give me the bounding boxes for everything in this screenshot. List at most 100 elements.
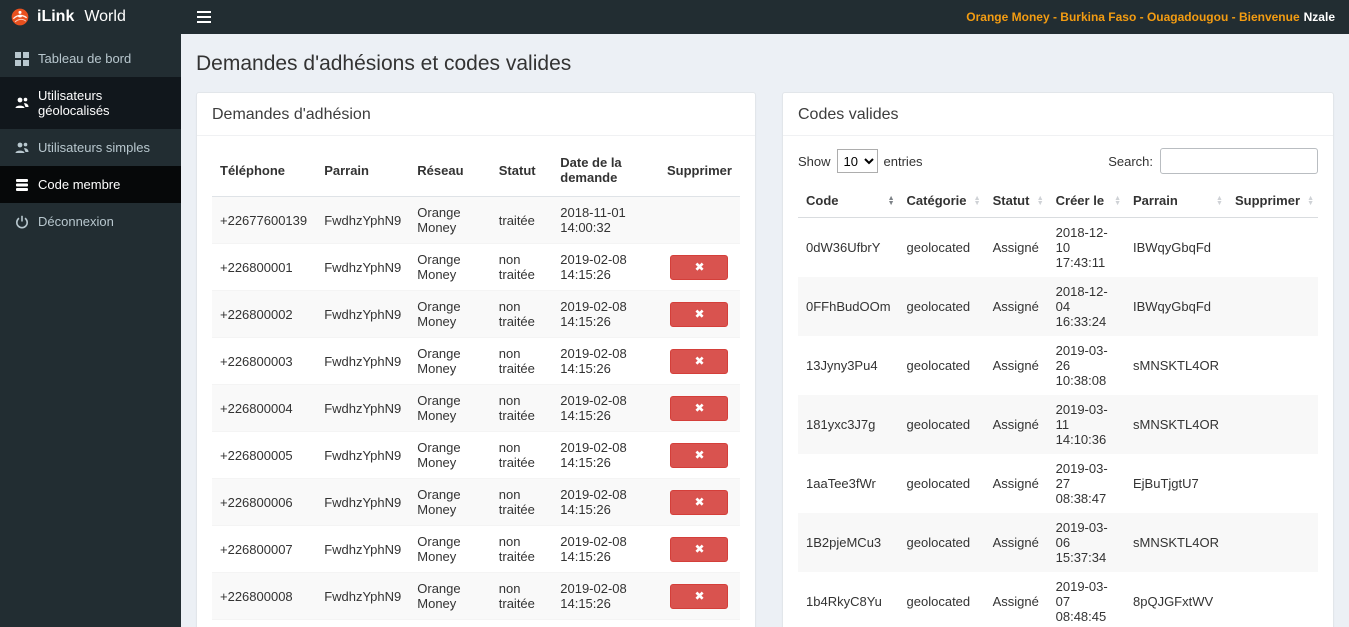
status-cell: non traitée: [490, 337, 553, 385]
delete-cell: [1227, 277, 1318, 336]
phone-cell: +226800009: [212, 619, 317, 627]
sidebar-item-label: Code membre: [38, 177, 121, 192]
delete-cell: [1227, 336, 1318, 395]
status-cell: non traitée: [490, 243, 553, 291]
code-row: 181yxc3J7g geolocated Assigné 2019-03-11…: [798, 395, 1318, 454]
parrain-cell: sMNSKTL4OR: [1133, 358, 1219, 373]
status-cell: Assigné: [992, 358, 1039, 373]
search-label: Search:: [1108, 153, 1153, 169]
parrain-cell: FwdhzYphN9: [316, 572, 410, 620]
created-cell: 2019-03-11 14:10:36: [1055, 402, 1108, 447]
column-header-category[interactable]: Catégorie ▲ ▼: [898, 184, 985, 218]
code-cell: 0dW36UfbrY: [806, 240, 881, 255]
code-cell: 13Jyny3Pu4: [806, 358, 878, 373]
code-row: 0dW36UfbrY geolocated Assigné 2018-12-10…: [798, 218, 1318, 278]
delete-cell: [1227, 395, 1318, 454]
code-cell: 1aaTee3fWr: [806, 476, 876, 491]
network-cell: Orange Money: [409, 337, 491, 385]
status-cell: non traitée: [490, 619, 553, 627]
date-cell: 2019-02-08 14:15:26: [552, 478, 659, 526]
delete-button[interactable]: ✖: [670, 254, 729, 280]
request-row: +226800001 FwdhzYphN9 Orange Money non t…: [212, 243, 740, 291]
delete-cell: [1227, 513, 1318, 572]
phone-cell: +226800006: [212, 478, 317, 526]
parrain-cell: sMNSKTL4OR: [1133, 417, 1219, 432]
status-cell: Assigné: [992, 417, 1039, 432]
code-cell: 1b4RkyC8Yu: [806, 594, 882, 609]
code-row: 1B2pjeMCu3 geolocated Assigné 2019-03-06…: [798, 513, 1318, 572]
dashboard-icon: [15, 51, 29, 66]
users-group-icon: [15, 96, 29, 110]
search-input[interactable]: [1160, 148, 1318, 174]
column-header-network: Réseau: [409, 144, 491, 197]
request-row: +226800009 FwdhzYphN9 Orange Money non t…: [212, 619, 740, 627]
app-window: iLink World Orange Money - Burkina Faso …: [0, 0, 1349, 627]
sidebar-toggle-button[interactable]: [181, 0, 226, 34]
phone-cell: +226800007: [212, 525, 317, 573]
column-header-code[interactable]: Code ▲ ▼: [798, 184, 899, 218]
sidebar-item-dashboard[interactable]: Tableau de bord: [0, 40, 181, 77]
sidebar-item-simple-users[interactable]: Utilisateurs simples: [0, 129, 181, 166]
delete-cell: ✖: [658, 196, 740, 244]
column-header-delete[interactable]: Supprimer ▲ ▼: [1226, 184, 1318, 218]
column-header-parrain[interactable]: Parrain ▲ ▼: [1125, 184, 1227, 218]
parrain-cell: FwdhzYphN9: [316, 384, 410, 432]
column-header-status: Statut: [490, 144, 553, 197]
request-row: +226800008 FwdhzYphN9 Orange Money non t…: [212, 572, 740, 620]
created-cell: 2019-03-06 15:37:34: [1055, 520, 1108, 565]
brand[interactable]: iLink World: [0, 0, 181, 34]
network-cell: Orange Money: [409, 572, 491, 620]
phone-cell: +226800008: [212, 572, 317, 620]
delete-cell: [1227, 572, 1318, 627]
sort-icon: ▲ ▼: [1307, 194, 1314, 207]
status-cell: non traitée: [490, 384, 553, 432]
column-header-status[interactable]: Statut ▲ ▼: [984, 184, 1048, 218]
status-cell: non traitée: [490, 572, 553, 620]
column-header-created[interactable]: Créer le ▲ ▼: [1047, 184, 1125, 218]
status-cell: non traitée: [490, 290, 553, 338]
delete-button[interactable]: ✖: [670, 583, 729, 609]
sidebar-item-geolocated-users[interactable]: Utilisateurs géolocalisés: [0, 77, 181, 129]
date-cell: 2019-02-08 14:15:26: [552, 384, 659, 432]
delete-button[interactable]: ✖: [670, 536, 729, 562]
delete-icon: ✖: [694, 354, 705, 368]
status-cell: Assigné: [992, 535, 1039, 550]
welcome-text: Orange Money - Burkina Faso - Ouagadougo…: [966, 0, 1349, 34]
sidebar-item-member-code[interactable]: Code membre: [0, 166, 181, 203]
status-cell: Assigné: [992, 594, 1039, 609]
main-content: Demandes d'adhésions et codes valides De…: [181, 34, 1349, 627]
network-cell: Orange Money: [409, 196, 491, 244]
network-cell: Orange Money: [409, 525, 491, 573]
codes-panel-title: Codes valides: [783, 93, 1333, 136]
network-cell: Orange Money: [409, 384, 491, 432]
date-cell: 2019-02-08 14:15:26: [552, 572, 659, 620]
delete-cell: ✖: [658, 290, 740, 338]
parrain-cell: sMNSKTL4OR: [1133, 535, 1219, 550]
request-row: +226800004 FwdhzYphN9 Orange Money non t…: [212, 384, 740, 432]
status-cell: Assigné: [992, 476, 1039, 491]
page-title: Demandes d'adhésions et codes valides: [196, 52, 572, 75]
requests-table: Téléphone Parrain Réseau Statut Date de …: [212, 144, 740, 627]
parrain-cell: FwdhzYphN9: [316, 431, 410, 479]
date-cell: 2019-02-08 14:15:26: [552, 290, 659, 338]
sidebar-item-label: Tableau de bord: [38, 51, 132, 66]
phone-cell: +22677600139: [212, 196, 317, 244]
welcome-username: Nzale: [1303, 10, 1335, 24]
page-size-select[interactable]: 10: [836, 149, 878, 173]
date-cell: 2018-11-01 14:00:32: [552, 196, 659, 244]
parrain-cell: FwdhzYphN9: [316, 525, 410, 573]
delete-cell: ✖: [658, 384, 740, 432]
request-row: +226800005 FwdhzYphN9 Orange Money non t…: [212, 431, 740, 479]
hamburger-icon: [196, 11, 211, 23]
table-header-row: Code ▲ ▼ Catégorie ▲ ▼ Statut ▲ ▼ Créer …: [798, 184, 1318, 218]
delete-button[interactable]: ✖: [670, 489, 729, 515]
delete-button[interactable]: ✖: [670, 395, 729, 421]
delete-button[interactable]: ✖: [670, 442, 729, 468]
sidebar-item-logout[interactable]: Déconnexion: [0, 203, 181, 240]
delete-icon: ✖: [694, 307, 705, 321]
parrain-cell: FwdhzYphN9: [316, 337, 410, 385]
delete-button[interactable]: ✖: [670, 348, 729, 374]
delete-cell: [1227, 454, 1318, 513]
sort-icon: ▲ ▼: [973, 194, 981, 207]
delete-button[interactable]: ✖: [670, 301, 729, 327]
